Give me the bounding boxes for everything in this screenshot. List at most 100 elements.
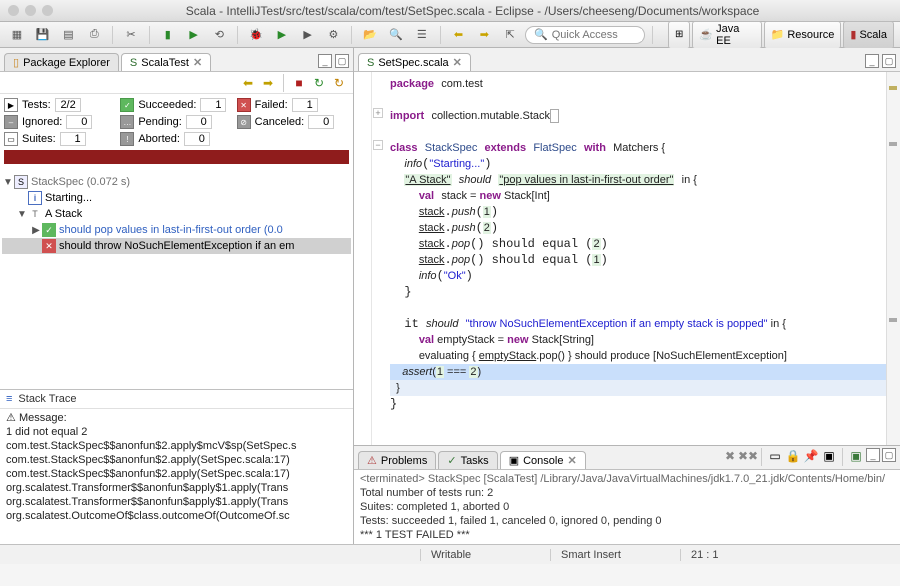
quick-access-field[interactable]: 🔍: [525, 26, 645, 44]
close-icon[interactable]: ✕: [453, 56, 462, 69]
zoom-window-icon[interactable]: [42, 5, 53, 16]
external-tools-icon[interactable]: ⚙: [323, 25, 345, 45]
next-failure-icon[interactable]: ➡: [260, 75, 276, 91]
suites-count: 1: [60, 132, 86, 146]
tab-scalatest[interactable]: S ScalaTest ✕: [121, 53, 211, 71]
test-tree[interactable]: ▼SStackSpec (0.072 s) iStarting... ▼TA S…: [0, 170, 353, 258]
cut-icon[interactable]: ✂: [120, 25, 142, 45]
tab-package-explorer[interactable]: ▯ Package Explorer: [4, 53, 119, 71]
window-controls[interactable]: [8, 5, 53, 16]
suite-icon: S: [14, 175, 28, 189]
canceled-count: 0: [308, 115, 334, 129]
bottom-tabs: ⚠Problems ✓Tasks ▣Console✕ ✖ ✖✖ ▭ 🔒 📌 ▣ …: [354, 446, 900, 470]
close-window-icon[interactable]: [8, 5, 19, 16]
new-icon[interactable]: ▦: [6, 25, 28, 45]
canceled-icon: ⊘: [237, 115, 251, 129]
rerun-failed-icon[interactable]: ↻: [331, 75, 347, 91]
run-icon[interactable]: ▶: [271, 25, 293, 45]
stack-line[interactable]: org.scalatest.Transformer$$anonfun$apply…: [6, 495, 347, 509]
scala-icon: ▮: [850, 28, 856, 41]
perspective-java-ee[interactable]: ☕Java EE: [692, 21, 761, 49]
stop-icon[interactable]: ■: [291, 75, 307, 91]
close-icon[interactable]: ✕: [567, 454, 576, 467]
window-title: Scala - IntelliJTest/src/test/scala/com/…: [53, 4, 892, 18]
fail-icon: ✕: [42, 239, 56, 253]
debug-icon[interactable]: 🐞: [245, 25, 267, 45]
rerun-icon[interactable]: ↻: [311, 75, 327, 91]
console-output[interactable]: <terminated> StackSpec [ScalaTest] /Libr…: [354, 470, 900, 544]
stack-line[interactable]: org.scalatest.OutcomeOf$class.outcomeOf(…: [6, 509, 347, 523]
tab-console[interactable]: ▣Console✕: [500, 451, 586, 469]
nav-up-icon[interactable]: ⇱: [499, 25, 521, 45]
pin-console-icon[interactable]: 📌: [803, 448, 819, 464]
stack-line[interactable]: com.test.StackSpec$$anonfun$2.apply(SetS…: [6, 467, 347, 481]
maximize-bottom-icon[interactable]: ▢: [882, 448, 896, 462]
tool-green-icon[interactable]: ▮: [157, 25, 179, 45]
remove-launch-icon[interactable]: ✖: [722, 448, 738, 464]
display-console-icon[interactable]: ▣: [821, 448, 837, 464]
status-writable: Writable: [420, 549, 510, 561]
print-icon[interactable]: ⎙: [83, 25, 105, 45]
search-icon[interactable]: 🔍: [385, 25, 407, 45]
minimize-window-icon[interactable]: [25, 5, 36, 16]
open-console-icon[interactable]: ▣: [848, 448, 864, 464]
scala-file-icon: S: [367, 57, 374, 69]
save-icon[interactable]: 💾: [32, 25, 54, 45]
maximize-editor-icon[interactable]: ▢: [882, 54, 896, 68]
minimize-editor-icon[interactable]: _: [865, 54, 879, 68]
console-line: Total number of tests run: 2: [360, 486, 894, 500]
folder-icon: ▯: [13, 56, 19, 69]
minimize-bottom-icon[interactable]: _: [866, 448, 880, 462]
status-cursor-pos: 21 : 1: [680, 549, 770, 561]
left-view-tabs: ▯ Package Explorer S ScalaTest ✕ _ ▢: [0, 48, 353, 72]
tab-problems[interactable]: ⚠Problems: [358, 451, 436, 469]
code-editor[interactable]: + − package com.test import collection.m…: [354, 72, 900, 445]
search-glyph-icon: 🔍: [534, 28, 548, 41]
tab-setspec[interactable]: S SetSpec.scala ✕: [358, 53, 471, 71]
prev-failure-icon[interactable]: ⬅: [240, 75, 256, 91]
tree-test-fail[interactable]: ✕should throw NoSuchElementException if …: [2, 238, 351, 254]
tree-info[interactable]: iStarting...: [2, 190, 351, 206]
tree-group[interactable]: ▼TA Stack: [2, 206, 351, 222]
remove-all-icon[interactable]: ✖✖: [740, 448, 756, 464]
overview-ruler[interactable]: [886, 72, 900, 445]
stack-line[interactable]: com.test.StackSpec$$anonfun$2.apply$mcV$…: [6, 439, 347, 453]
run-last-icon[interactable]: ▶: [297, 25, 319, 45]
open-perspective-button[interactable]: ⊞: [668, 21, 690, 49]
status-bar: Writable Smart Insert 21 : 1: [0, 544, 900, 564]
save-all-icon[interactable]: ▤: [58, 25, 80, 45]
bottom-pane: ⚠Problems ✓Tasks ▣Console✕ ✖ ✖✖ ▭ 🔒 📌 ▣ …: [354, 445, 900, 544]
tree-suite[interactable]: ▼SStackSpec (0.072 s): [2, 174, 351, 190]
stack-line[interactable]: org.scalatest.Transformer$$anonfun$apply…: [6, 481, 347, 495]
console-line: Suites: completed 1, aborted 0: [360, 500, 894, 514]
tree-test-pass[interactable]: ▶✓should pop values in last-in-first-out…: [2, 222, 351, 238]
tab-tasks[interactable]: ✓Tasks: [438, 451, 497, 469]
perspective-resource[interactable]: 📁Resource: [764, 21, 842, 49]
failed-count: 1: [292, 98, 318, 112]
toggle-icon[interactable]: ☰: [411, 25, 433, 45]
warning-icon: ⚠: [6, 412, 16, 424]
stack-trace-body[interactable]: ⚠ Message: 1 did not equal 2 com.test.St…: [0, 409, 353, 544]
clear-console-icon[interactable]: ▭: [767, 448, 783, 464]
fold-collapse-icon[interactable]: −: [373, 140, 383, 150]
stack-line[interactable]: com.test.StackSpec$$anonfun$2.apply(SetS…: [6, 453, 347, 467]
fold-expand-icon[interactable]: +: [373, 108, 383, 118]
marker-ruler[interactable]: [354, 72, 372, 445]
close-icon[interactable]: ✕: [193, 56, 202, 69]
ignored-count: 0: [66, 115, 92, 129]
nav-fwd-icon[interactable]: ➡: [473, 25, 495, 45]
maximize-view-icon[interactable]: ▢: [335, 54, 349, 68]
scroll-lock-icon[interactable]: 🔒: [785, 448, 801, 464]
minimize-view-icon[interactable]: _: [318, 54, 332, 68]
nav-back-icon[interactable]: ⬅: [448, 25, 470, 45]
pending-count: 0: [186, 115, 212, 129]
tool-play-icon[interactable]: ▶: [183, 25, 205, 45]
code-area[interactable]: package com.test import collection.mutab…: [386, 72, 886, 445]
tool-prev-icon[interactable]: ⟲: [208, 25, 230, 45]
stack-icon: ≡: [6, 393, 12, 405]
quick-access-input[interactable]: [552, 29, 642, 41]
open-type-icon[interactable]: 📂: [359, 25, 381, 45]
problems-icon: ⚠: [367, 454, 377, 467]
perspective-scala[interactable]: ▮Scala: [843, 21, 894, 49]
fold-ruler[interactable]: + −: [372, 72, 386, 445]
